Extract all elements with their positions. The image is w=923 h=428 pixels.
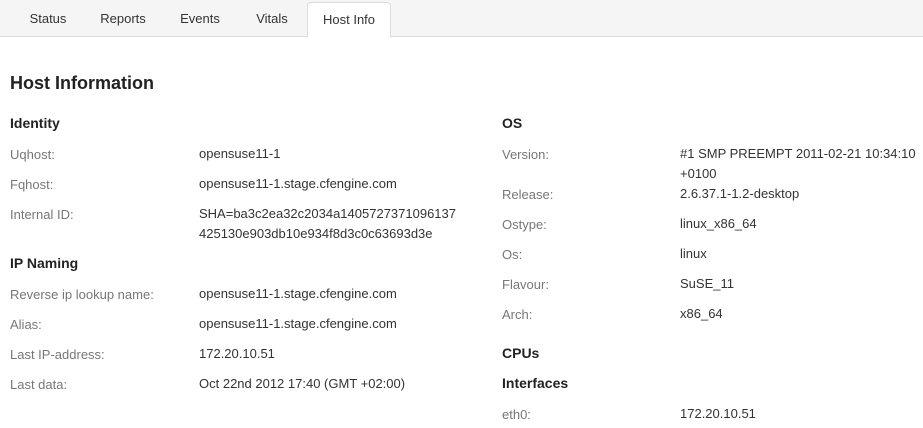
internal-id-value-line1: SHA=ba3c2ea32c2034a1405727371096137 [199,206,456,221]
arch-value: x86_64 [680,306,723,321]
flavour-value: SuSE_11 [680,276,734,291]
page-title: Host Information [10,73,154,93]
fqhost-value: opensuse11-1.stage.cfengine.com [199,176,397,191]
eth0-label: eth0: [502,407,531,422]
uqhost-value: opensuse11-1 [199,146,281,161]
internal-id-value-line2: 425130e903db10e934f8d3c0c63693d3e [199,226,433,241]
ip-naming-heading: IP Naming [10,255,79,271]
ostype-label: Ostype: [502,217,547,232]
os-release-label: Release: [502,187,554,202]
reverse-lookup-value: opensuse11-1.stage.cfengine.com [199,286,397,301]
eth0-value: 172.20.10.51 [680,406,756,421]
os-version-label: Version: [502,147,549,162]
identity-heading: Identity [10,115,60,131]
tab-host-info[interactable]: Host Info [307,2,391,38]
tab-bar: Status Reports Events Vitals Host Info [0,0,923,38]
last-ip-value: 172.20.10.51 [199,346,275,361]
tab-reports[interactable]: Reports [86,2,160,37]
last-data-value: Oct 22nd 2012 17:40 (GMT +02:00) [199,376,406,391]
flavour-label: Flavour: [502,277,549,292]
fqhost-label: Fqhost: [10,177,54,192]
ostype-value: linux_x86_64 [680,216,757,231]
uqhost-label: Uqhost: [10,147,55,162]
os-heading: OS [502,115,523,131]
os-release-value: 2.6.37.1-1.2-desktop [680,186,800,201]
alias-value: opensuse11-1.stage.cfengine.com [199,316,397,331]
alias-label: Alias: [10,317,42,332]
os-label: Os: [502,247,523,262]
arch-label: Arch: [502,307,533,322]
last-ip-label: Last IP-address: [10,347,105,362]
os-version-value-line2: +0100 [680,166,717,181]
internal-id-label: Internal ID: [10,207,74,222]
interfaces-heading: Interfaces [502,375,569,391]
os-value: linux [680,246,707,261]
tab-vitals[interactable]: Vitals [240,2,304,37]
tab-status[interactable]: Status [14,2,82,37]
reverse-lookup-label: Reverse ip lookup name: [10,287,154,302]
tab-events[interactable]: Events [164,2,236,37]
os-version-value-line1: #1 SMP PREEMPT 2011-02-21 10:34:10 [680,146,916,161]
last-data-label: Last data: [10,377,68,392]
cpus-heading: CPUs [502,345,540,361]
